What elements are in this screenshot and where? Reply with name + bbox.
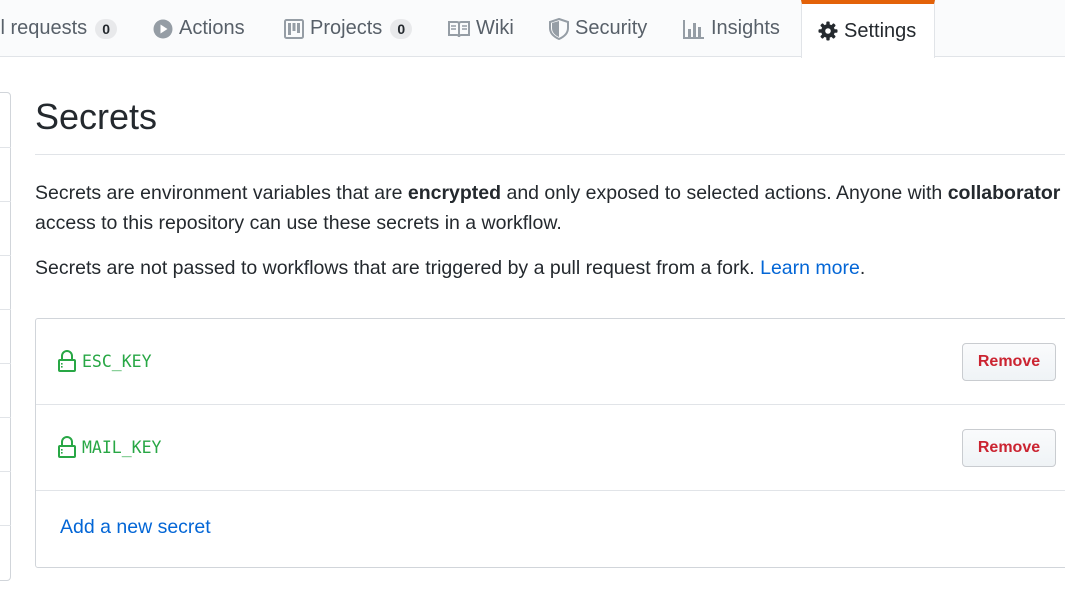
learn-more-link[interactable]: Learn more (760, 257, 860, 279)
add-new-secret-link[interactable]: Add a new secret (60, 516, 211, 539)
project-icon (284, 18, 304, 39)
menu-divider (0, 417, 11, 418)
tab-pull-requests[interactable]: ll requests 0 (0, 0, 118, 57)
secret-row: MAIL_KEY Remove (36, 405, 1065, 491)
tab-label: Security (575, 17, 648, 39)
tab-label: Settings (844, 19, 917, 42)
secret-name: MAIL_KEY (82, 438, 162, 457)
lock-icon (58, 350, 76, 377)
shield-icon (549, 17, 569, 40)
tab-projects[interactable]: Projects 0 (284, 0, 413, 57)
lock-icon (58, 436, 76, 463)
remove-secret-button[interactable]: Remove (962, 429, 1056, 467)
menu-divider (0, 255, 11, 256)
intro-text: access to this repository can use these … (35, 212, 562, 234)
tab-label: Wiki (476, 17, 514, 39)
tab-label: Insights (711, 17, 780, 39)
tab-wiki[interactable]: Wiki (448, 0, 514, 57)
fork-note-text: Secrets are not passed to workflows that… (35, 257, 761, 279)
tab-settings[interactable]: Settings (801, 0, 935, 58)
menu-divider (0, 309, 11, 310)
tab-label: ll requests (0, 17, 88, 39)
projects-counter: 0 (390, 18, 413, 39)
secret-row: ESC_KEY Remove (36, 319, 1065, 405)
page-title: Secrets (35, 96, 158, 137)
tab-insights[interactable]: Insights (683, 0, 780, 57)
tab-label: Projects (310, 17, 383, 39)
repo-tab-bar: ll requests 0 Actions Projects 0 Wiki Se… (0, 0, 1065, 58)
menu-divider (0, 363, 11, 364)
intro-bold-collaborator: collaborator (947, 182, 1061, 204)
secret-name: ESC_KEY (82, 352, 152, 371)
tab-actions[interactable]: Actions (153, 0, 245, 57)
title-divider (35, 154, 1065, 155)
tab-label: Actions (179, 17, 245, 39)
remove-secret-button[interactable]: Remove (962, 343, 1056, 381)
graph-icon (683, 19, 705, 39)
menu-divider (0, 525, 11, 526)
book-icon (448, 20, 470, 38)
fork-note-paragraph: Secrets are not passed to workflows that… (35, 253, 1065, 283)
play-icon (153, 19, 173, 39)
menu-divider (0, 471, 11, 472)
intro-paragraph: Secrets are environment variables that a… (35, 178, 1065, 238)
intro-bold-encrypted: encrypted (407, 182, 502, 204)
intro-text: Secrets are environment variables that a… (35, 182, 408, 204)
secrets-list: ESC_KEY Remove MAIL_KEY Remove Add a new… (35, 318, 1065, 568)
menu-divider (0, 147, 11, 148)
menu-divider (0, 201, 11, 202)
settings-side-menu (0, 92, 11, 581)
pull-requests-counter: 0 (95, 18, 118, 39)
gear-icon (818, 21, 838, 41)
fork-note-end: . (859, 257, 866, 279)
intro-text: and only exposed to selected actions. An… (501, 182, 948, 204)
tab-security[interactable]: Security (549, 0, 647, 57)
